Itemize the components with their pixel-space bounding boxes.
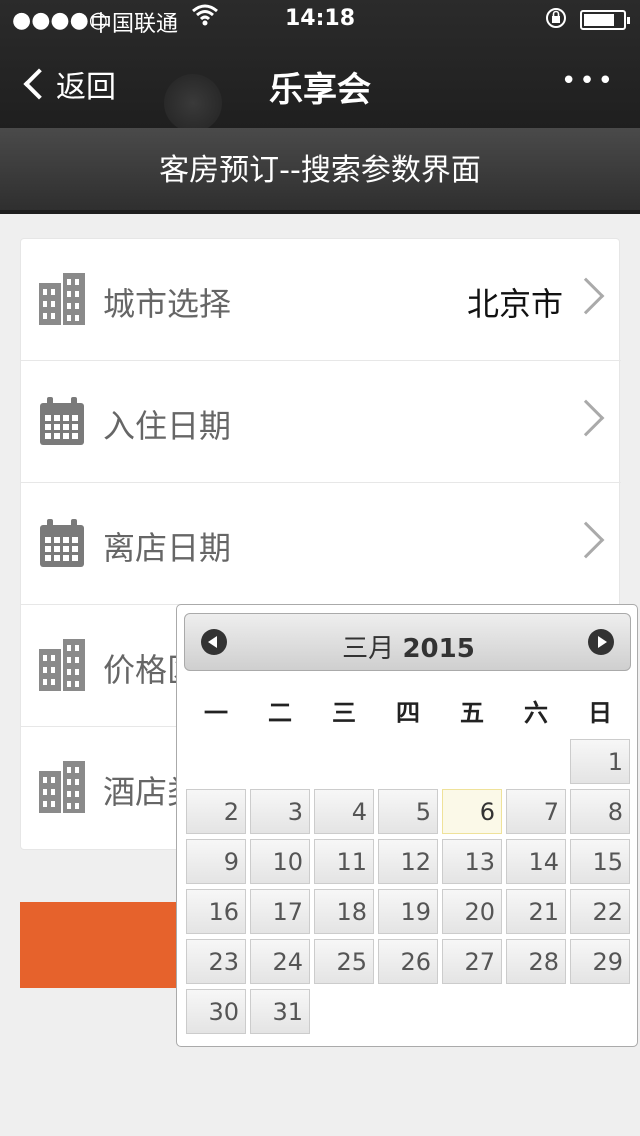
- day-cell[interactable]: 1: [570, 739, 630, 784]
- day-cell[interactable]: 31: [250, 989, 310, 1034]
- day-cell[interactable]: 3: [250, 789, 310, 834]
- more-button[interactable]: •••: [561, 66, 616, 96]
- day-cell[interactable]: 5: [378, 789, 438, 834]
- battery-icon: [580, 10, 630, 30]
- day-cell[interactable]: 28: [506, 939, 566, 984]
- day-cell[interactable]: 8: [570, 789, 630, 834]
- day-cell[interactable]: 22: [570, 889, 630, 934]
- weekday-label: 日: [588, 699, 612, 727]
- day-cell[interactable]: 11: [314, 839, 374, 884]
- weekday-label: 六: [524, 699, 548, 727]
- day-cell[interactable]: 20: [442, 889, 502, 934]
- day-cell[interactable]: 12: [378, 839, 438, 884]
- nav-bar: 返回 乐享会 •••: [0, 40, 640, 132]
- row-value: 北京市: [466, 285, 563, 323]
- day-cell[interactable]: 4: [314, 789, 374, 834]
- weekday-label: 一: [204, 699, 228, 727]
- day-cell[interactable]: 16: [186, 889, 246, 934]
- rotation-lock-icon: [544, 6, 568, 35]
- row-label: 入住日期: [103, 407, 232, 445]
- status-bar: ●●●●○ 中国联通 14:18: [0, 0, 640, 40]
- day-cell[interactable]: 17: [250, 889, 310, 934]
- day-cell[interactable]: 13: [442, 839, 502, 884]
- weekday-label: 二: [268, 699, 292, 727]
- day-cell[interactable]: 9: [186, 839, 246, 884]
- building-icon: [39, 273, 85, 325]
- day-cell[interactable]: 29: [570, 939, 630, 984]
- datepicker-header: 三月 2015: [184, 613, 631, 671]
- row-checkout-date[interactable]: 离店日期: [21, 483, 621, 605]
- calendar-icon: [40, 397, 84, 445]
- day-cell[interactable]: 2: [186, 789, 246, 834]
- chevron-right-icon: [567, 521, 605, 559]
- day-cell-today[interactable]: 6: [442, 789, 502, 834]
- page-title: 乐享会: [269, 70, 371, 110]
- day-cell[interactable]: 24: [250, 939, 310, 984]
- calendar-icon: [40, 519, 84, 567]
- datepicker-title: 三月 2015: [185, 628, 632, 665]
- next-month-button[interactable]: [588, 629, 614, 655]
- chevron-right-icon: [567, 277, 605, 315]
- chevron-right-icon: [567, 399, 605, 437]
- day-cell[interactable]: 18: [314, 889, 374, 934]
- month-label: 三月: [342, 634, 395, 664]
- day-cell[interactable]: 15: [570, 839, 630, 884]
- weekday-label: 五: [460, 699, 484, 727]
- day-cell[interactable]: 14: [506, 839, 566, 884]
- day-cell[interactable]: 23: [186, 939, 246, 984]
- app-header: ●●●●○ 中国联通 14:18 返回 乐享会 •••: [0, 0, 640, 132]
- building-icon: [39, 761, 85, 813]
- row-city[interactable]: 城市选择 北京市: [21, 239, 621, 361]
- weekday-label: 三: [332, 699, 356, 727]
- section-header: 客房预订--搜索参数界面: [0, 128, 640, 214]
- row-checkin-date[interactable]: 入住日期: [21, 361, 621, 483]
- day-cell[interactable]: 10: [250, 839, 310, 884]
- day-cell[interactable]: 7: [506, 789, 566, 834]
- day-cell[interactable]: 30: [186, 989, 246, 1034]
- datepicker: 三月 2015 一二三四五六日 1 2 3 4 5 6 7 8 9 10 11 12 13 14 15 16 17…: [176, 604, 638, 1047]
- day-cell[interactable]: 25: [314, 939, 374, 984]
- day-cell[interactable]: 21: [506, 889, 566, 934]
- weekday-label: 四: [396, 699, 420, 727]
- year-label: 2015: [402, 634, 475, 664]
- day-cell[interactable]: 26: [378, 939, 438, 984]
- building-icon: [39, 639, 85, 691]
- day-cell[interactable]: 19: [378, 889, 438, 934]
- day-cell[interactable]: 27: [442, 939, 502, 984]
- row-label: 离店日期: [103, 529, 232, 567]
- row-label: 城市选择: [103, 285, 232, 323]
